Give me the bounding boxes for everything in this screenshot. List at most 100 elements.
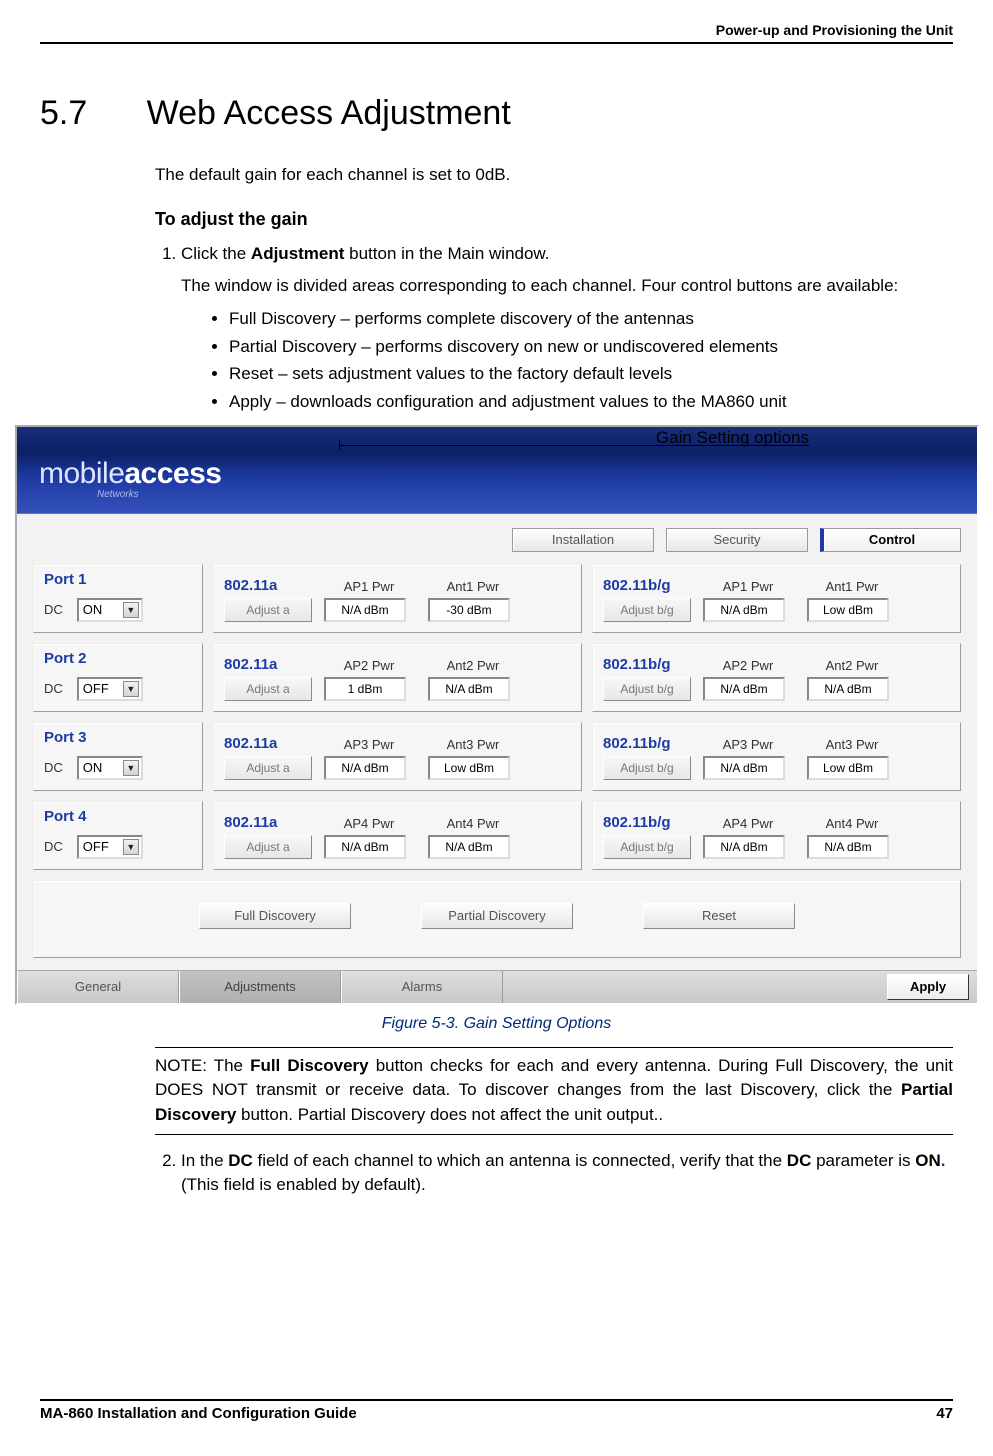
ap-a-label: AP4 Pwr: [324, 816, 414, 831]
ant-a-value: N/A dBm: [428, 677, 510, 701]
apply-button[interactable]: Apply: [887, 974, 969, 1000]
port-title: Port 4: [44, 808, 192, 825]
step-1: Click the Adjustment button in the Main …: [181, 242, 953, 415]
dc-label: DC: [44, 839, 63, 854]
tab-installation[interactable]: Installation: [512, 528, 654, 552]
adjust-a-button[interactable]: Adjust a: [224, 756, 312, 780]
bottom-tab-general[interactable]: General: [17, 971, 179, 1003]
chevron-down-icon: ▼: [123, 602, 139, 618]
logo: mobileaccess: [39, 457, 221, 491]
intro-text: The default gain for each channel is set…: [155, 163, 953, 188]
full-discovery-button[interactable]: Full Discovery: [199, 903, 351, 929]
channel-a-panel: 802.11a Adjust a AP1 Pwr N/A dBm Ant1 Pw…: [213, 564, 582, 633]
annotation-label: Gain Setting options: [656, 428, 809, 448]
channel-a-panel: 802.11a Adjust a AP4 Pwr N/A dBm Ant4 Pw…: [213, 801, 582, 870]
ports-area: Port 1 DC ON ▼ 802.11a Adjust a AP1 Pwr …: [17, 560, 977, 870]
section-title: Web Access Adjustment: [147, 94, 511, 132]
port-title: Port 1: [44, 571, 192, 588]
ap-bg-value: N/A dBm: [703, 598, 785, 622]
step1-prefix: Click the: [181, 244, 251, 263]
bullet-partial-discovery: Partial Discovery – performs discovery o…: [229, 335, 953, 360]
ant-a-value: N/A dBm: [428, 835, 510, 859]
chevron-down-icon: ▼: [123, 760, 139, 776]
bullet-full-discovery: Full Discovery – performs complete disco…: [229, 307, 953, 332]
bottom-tab-alarms[interactable]: Alarms: [341, 971, 503, 1003]
channel-a-head: 802.11a: [224, 814, 310, 831]
step1-desc: The window is divided areas correspondin…: [181, 274, 953, 299]
port-panel: Port 3 DC ON ▼: [33, 722, 203, 791]
s2b: DC: [228, 1151, 253, 1170]
dc-select[interactable]: ON ▼: [77, 756, 143, 780]
bottom-tabs: General Adjustments Alarms Apply: [17, 970, 977, 1003]
ap-a-value: N/A dBm: [324, 598, 406, 622]
ant-a-label: Ant4 Pwr: [428, 816, 518, 831]
banner: mobileaccess Networks: [17, 427, 977, 514]
footer-title: MA-860 Installation and Configuration Gu…: [40, 1405, 357, 1422]
s2a: In the: [181, 1151, 228, 1170]
ant-a-value: -30 dBm: [428, 598, 510, 622]
channel-bg-panel: 802.11b/g Adjust b/g AP3 Pwr N/A dBm Ant…: [592, 722, 961, 791]
ant-bg-value: Low dBm: [807, 598, 889, 622]
reset-button[interactable]: Reset: [643, 903, 795, 929]
ap-bg-label: AP2 Pwr: [703, 658, 793, 673]
step1-bold: Adjustment: [251, 244, 345, 263]
ant-a-value: Low dBm: [428, 756, 510, 780]
port-row: Port 3 DC ON ▼ 802.11a Adjust a AP3 Pwr …: [33, 722, 961, 791]
adjust-a-button[interactable]: Adjust a: [224, 677, 312, 701]
dc-select[interactable]: OFF ▼: [77, 835, 143, 859]
channel-bg-head: 802.11b/g: [603, 577, 689, 594]
port-row: Port 1 DC ON ▼ 802.11a Adjust a AP1 Pwr …: [33, 564, 961, 633]
running-header: Power-up and Provisioning the Unit: [40, 0, 953, 44]
adjust-bg-button[interactable]: Adjust b/g: [603, 835, 691, 859]
channel-bg-head: 802.11b/g: [603, 656, 689, 673]
discovery-bar: Full Discovery Partial Discovery Reset: [44, 893, 950, 945]
port-panel: Port 1 DC ON ▼: [33, 564, 203, 633]
logo-part2: access: [124, 457, 221, 490]
bottom-tab-adjustments[interactable]: Adjustments: [179, 971, 341, 1003]
ap-bg-label: AP1 Pwr: [703, 579, 793, 594]
bullet-reset: Reset – sets adjustment values to the fa…: [229, 362, 953, 387]
dc-value: OFF: [83, 839, 109, 854]
s2e: parameter is: [811, 1151, 915, 1170]
ant-bg-label: Ant4 Pwr: [807, 816, 897, 831]
s2f: ON: [915, 1151, 941, 1170]
bullet-apply: Apply – downloads configuration and adju…: [229, 390, 953, 415]
dc-label: DC: [44, 602, 63, 617]
ap-a-label: AP1 Pwr: [324, 579, 414, 594]
adjust-bg-button[interactable]: Adjust b/g: [603, 756, 691, 780]
ap-bg-label: AP3 Pwr: [703, 737, 793, 752]
ap-bg-value: N/A dBm: [703, 677, 785, 701]
ap-bg-label: AP4 Pwr: [703, 816, 793, 831]
top-tabs: Installation Security Control: [17, 514, 977, 560]
section-heading: 5.7 Web Access Adjustment: [40, 94, 953, 133]
s2c: field of each channel to which an antenn…: [253, 1151, 787, 1170]
partial-discovery-button[interactable]: Partial Discovery: [421, 903, 573, 929]
ap-a-value: N/A dBm: [324, 756, 406, 780]
adjust-bg-button[interactable]: Adjust b/g: [603, 598, 691, 622]
adjust-a-button[interactable]: Adjust a: [224, 835, 312, 859]
lead-heading: To adjust the gain: [155, 206, 953, 232]
ap-a-value: N/A dBm: [324, 835, 406, 859]
port-row: Port 2 DC OFF ▼ 802.11a Adjust a AP2 Pwr…: [33, 643, 961, 712]
port-title: Port 2: [44, 650, 192, 667]
tab-control[interactable]: Control: [820, 528, 961, 552]
dc-select[interactable]: ON ▼: [77, 598, 143, 622]
logo-subtitle: Networks: [97, 489, 139, 500]
ant-bg-label: Ant3 Pwr: [807, 737, 897, 752]
channel-a-head: 802.11a: [224, 735, 310, 752]
dc-value: ON: [83, 760, 103, 775]
adjust-a-button[interactable]: Adjust a: [224, 598, 312, 622]
s2d: DC: [787, 1151, 812, 1170]
chevron-down-icon: ▼: [123, 839, 139, 855]
annotation-tick: [339, 440, 340, 450]
tab-security[interactable]: Security: [666, 528, 808, 552]
channel-bg-panel: 802.11b/g Adjust b/g AP2 Pwr N/A dBm Ant…: [592, 643, 961, 712]
adjust-bg-button[interactable]: Adjust b/g: [603, 677, 691, 701]
ant-bg-label: Ant2 Pwr: [807, 658, 897, 673]
port-row: Port 4 DC OFF ▼ 802.11a Adjust a AP4 Pwr…: [33, 801, 961, 870]
ant-a-label: Ant2 Pwr: [428, 658, 518, 673]
channel-bg-head: 802.11b/g: [603, 814, 689, 831]
app-window: Gain Setting options mobileaccess Networ…: [15, 425, 979, 1005]
dc-select[interactable]: OFF ▼: [77, 677, 143, 701]
ant-bg-value: N/A dBm: [807, 677, 889, 701]
